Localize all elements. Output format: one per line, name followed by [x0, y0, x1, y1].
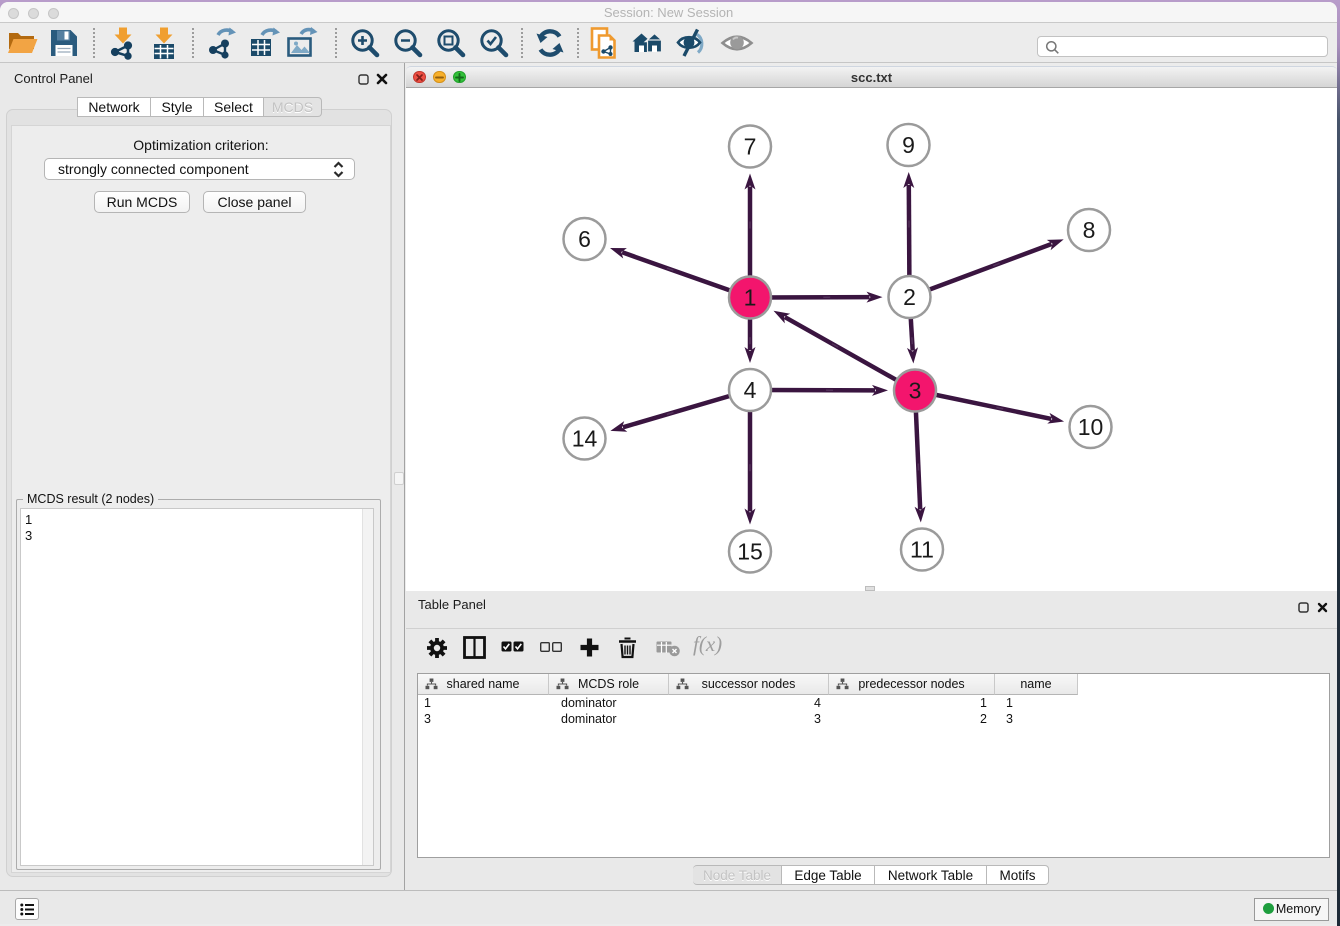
svg-text:4: 4 — [744, 377, 757, 403]
svg-text:15: 15 — [737, 539, 763, 565]
svg-text:8: 8 — [1083, 217, 1096, 243]
svg-text:9: 9 — [902, 132, 915, 158]
svg-text:14: 14 — [572, 426, 598, 452]
svg-text:2: 2 — [903, 284, 916, 310]
svg-text:1: 1 — [744, 285, 757, 311]
svg-text:11: 11 — [910, 537, 934, 563]
svg-text:10: 10 — [1078, 414, 1104, 440]
svg-text:3: 3 — [909, 378, 922, 404]
svg-text:7: 7 — [744, 134, 757, 160]
svg-text:6: 6 — [578, 226, 591, 252]
